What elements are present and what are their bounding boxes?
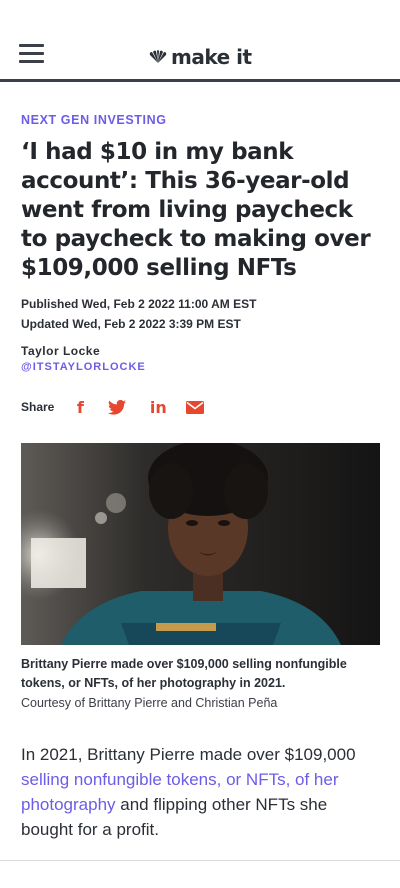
photo-caption: Brittany Pierre made over $109,000 selli… [21, 657, 347, 690]
linkedin-icon[interactable]: in [148, 397, 168, 417]
make-it-logo[interactable]: make it [148, 45, 252, 69]
article-dates: Published Wed, Feb 2 2022 11:00 AM EST U… [21, 294, 256, 334]
updated-date: Updated Wed, Feb 2 2022 3:39 PM EST [21, 317, 241, 331]
article-photo [21, 443, 380, 645]
logo-text: make it [171, 45, 252, 69]
share-label: Share [21, 400, 55, 414]
hamburger-menu-icon[interactable] [19, 44, 44, 64]
article-headline: ‘I had $10 in my bank account’: This 36-… [21, 139, 371, 281]
peacock-icon [149, 50, 167, 63]
photo-credit: Courtesy of Brittany Pierre and Christia… [21, 696, 278, 710]
author-name[interactable]: Taylor Locke [21, 344, 100, 358]
email-icon[interactable] [185, 397, 205, 417]
author-handle[interactable]: @ITSTAYLORLOCKE [21, 361, 146, 373]
site-header: make it [0, 0, 400, 82]
article-kicker[interactable]: NEXT GEN INVESTING [21, 113, 167, 127]
portrait-illustration [21, 443, 380, 645]
article-body-paragraph: In 2021, Brittany Pierre made over $109,… [21, 742, 383, 842]
share-bar: Share f in [21, 397, 222, 417]
bottom-divider [0, 860, 400, 861]
published-date: Published Wed, Feb 2 2022 11:00 AM EST [21, 297, 257, 311]
body-text-start: In 2021, Brittany Pierre made over $109,… [21, 745, 356, 764]
facebook-icon[interactable]: f [70, 397, 90, 417]
twitter-icon[interactable] [107, 397, 127, 417]
